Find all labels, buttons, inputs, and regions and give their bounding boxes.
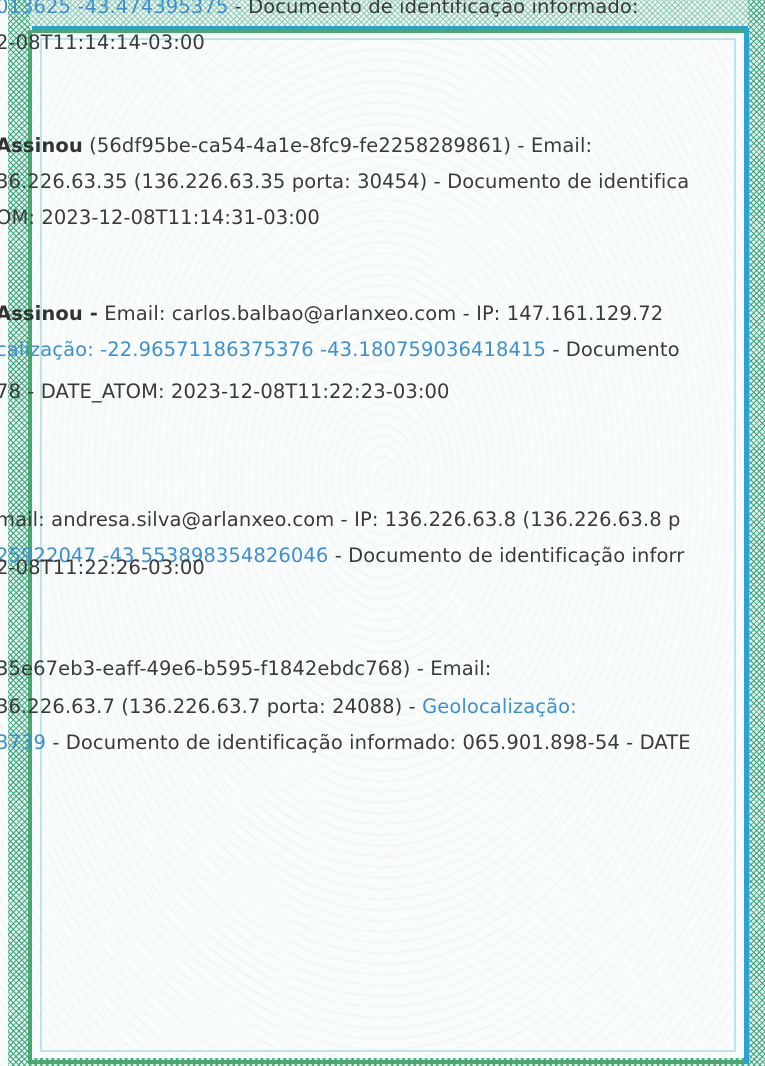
log-entry-3-line-2: calização: -22.96571186375376 -43.180759… — [0, 338, 680, 362]
log-text: 36.226.63.7 (136.226.63.7 porta: 24088) … — [0, 695, 423, 718]
geolocation-link[interactable]: 3739 — [0, 731, 46, 754]
log-entry-3-line-3: 78 - DATE_ATOM: 2023-12-08T11:22:23-03:0… — [0, 380, 450, 404]
log-text: OM: 2023-12-08T11:14:31-03:00 — [0, 206, 320, 229]
log-entry-1-line-2: 2-08T11:14:14-03:00 — [0, 31, 205, 55]
log-text: (56df95be-ca54-4a1e-8fc9-fe2258289861) -… — [82, 134, 593, 157]
log-text: mail: andresa.silva@arlanxeo.com - IP: 1… — [0, 508, 681, 531]
log-entry-4-line-3: 2-08T11:22:26-03:00 — [0, 556, 205, 580]
action-label: Assinou - — [0, 302, 98, 325]
log-entry-2-line-1: Assinou (56df95be-ca54-4a1e-8fc9-fe22582… — [0, 134, 592, 158]
log-text: Email: carlos.balbao@arlanxeo.com - IP: … — [97, 302, 664, 325]
geolocation-link[interactable]: Geolocalização: — [422, 695, 577, 718]
log-entry-5-line-2: 36.226.63.7 (136.226.63.7 porta: 24088) … — [0, 695, 577, 719]
log-text: 35e67eb3-eaff-49e6-b595-f1842ebdc768) - … — [0, 657, 492, 680]
geolocation-link[interactable]: calização: -22.96571186375376 -43.180759… — [0, 338, 546, 361]
log-text: 78 - DATE_ATOM: 2023-12-08T11:22:23-03:0… — [0, 380, 450, 403]
log-entry-1-line-1: 013625 -43.474395375 - Documento de iden… — [0, 0, 639, 19]
action-label: Assinou — [0, 134, 83, 157]
log-entry-2-line-2: 36.226.63.35 (136.226.63.35 porta: 30454… — [0, 170, 689, 194]
log-entry-4-line-1: mail: andresa.silva@arlanxeo.com - IP: 1… — [0, 508, 680, 532]
signature-log: 013625 -43.474395375 - Documento de iden… — [0, 0, 765, 1066]
log-text: - Documento — [546, 338, 680, 361]
log-entry-5-line-1: 35e67eb3-eaff-49e6-b595-f1842ebdc768) - … — [0, 657, 491, 681]
geolocation-link[interactable]: 013625 -43.474395375 — [0, 0, 228, 18]
log-entry-3-line-1: Assinou - Email: carlos.balbao@arlanxeo.… — [0, 302, 663, 326]
log-entry-5-line-3: 3739 - Documento de identificação inform… — [0, 731, 691, 755]
log-text: - Documento de identificação informado: … — [46, 731, 691, 754]
log-text: 36.226.63.35 (136.226.63.35 porta: 30454… — [0, 170, 690, 193]
log-text: 2-08T11:22:26-03:00 — [0, 556, 205, 579]
log-text: - Documento de identificação inforr — [328, 544, 685, 567]
log-text: 2-08T11:14:14-03:00 — [0, 31, 205, 54]
log-entry-2-line-3: OM: 2023-12-08T11:14:31-03:00 — [0, 206, 320, 230]
log-text: - Documento de identificação informado: — [228, 0, 639, 18]
